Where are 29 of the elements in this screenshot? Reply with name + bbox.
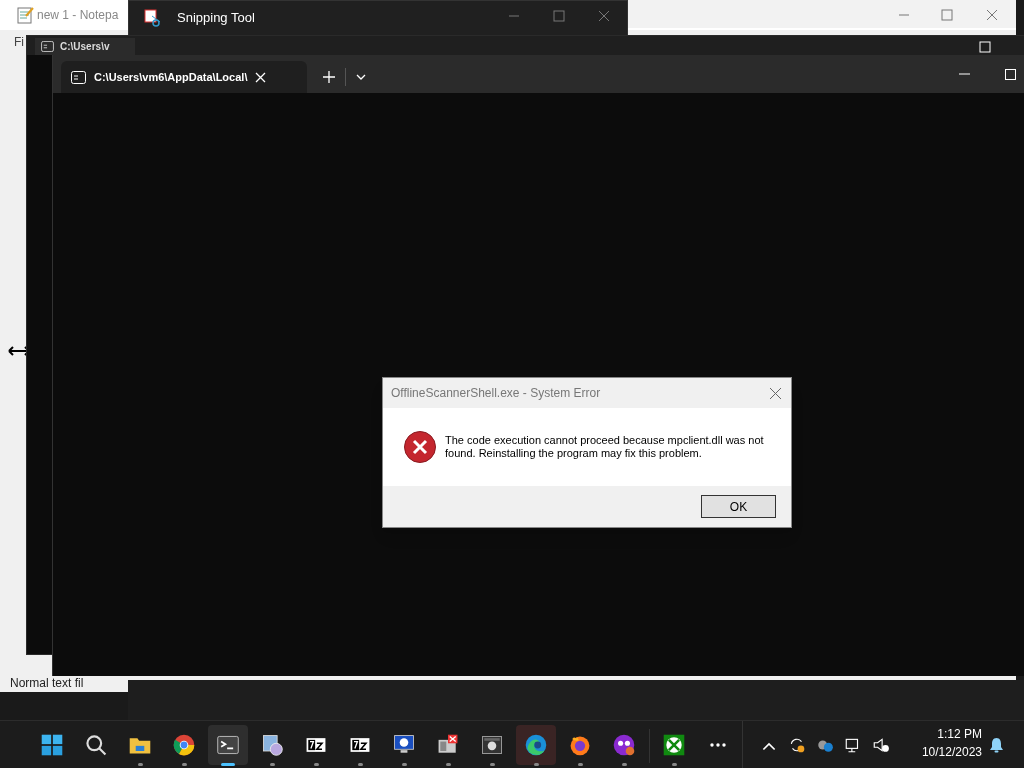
- ok-button[interactable]: OK: [701, 495, 776, 518]
- minimize-icon[interactable]: [959, 72, 970, 76]
- error-icon: [403, 430, 437, 464]
- notepad-icon: [16, 6, 34, 24]
- browser-icon[interactable]: [524, 733, 548, 757]
- app-icon[interactable]: [480, 733, 504, 757]
- grid-icon[interactable]: [40, 733, 64, 757]
- error-message: The code execution cannot proceed because mpclient.dll was not found. Reinstalling the program may fix this problem.: [445, 434, 765, 460]
- terminal-icon[interactable]: [216, 733, 240, 757]
- search-icon[interactable]: [84, 733, 108, 757]
- bell-icon[interactable]: [989, 737, 1004, 753]
- package-icon[interactable]: [260, 733, 284, 757]
- sync-icon[interactable]: [788, 736, 806, 754]
- window-title: Snipping Tool: [177, 9, 255, 28]
- browser-icon[interactable]: [172, 733, 196, 757]
- terminal-icon: [41, 41, 54, 52]
- window-title: new 1 - Notepa: [37, 7, 119, 24]
- clock-time[interactable]: 1:12 PM: [937, 725, 982, 743]
- status-text: Normal text fil: [10, 677, 84, 690]
- mask-icon[interactable]: [612, 733, 636, 757]
- chevron-down-icon[interactable]: [356, 74, 366, 80]
- dialog-title: OfflineScannerShell.exe - System Error: [391, 385, 601, 402]
- plus-icon[interactable]: [323, 71, 335, 83]
- clock-date[interactable]: 10/12/2023: [921, 743, 982, 761]
- scissors-icon: [143, 8, 163, 28]
- game-icon[interactable]: [662, 733, 686, 757]
- menu-item[interactable]: Fi: [14, 33, 24, 51]
- speaker-muted-icon[interactable]: [872, 736, 890, 754]
- terminal-icon: [71, 70, 86, 84]
